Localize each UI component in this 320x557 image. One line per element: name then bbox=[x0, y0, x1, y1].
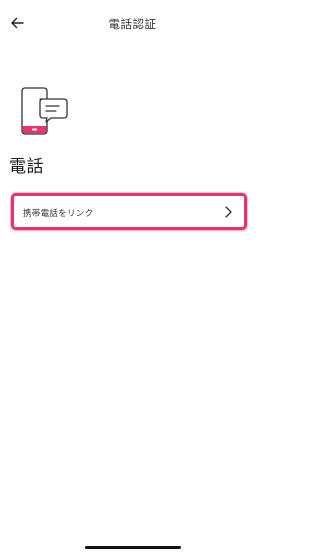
link-phone-button[interactable]: 携帯電話をリンク bbox=[11, 193, 247, 230]
link-phone-label: 携帯電話をリンク bbox=[23, 209, 94, 219]
home-indicator bbox=[85, 546, 181, 549]
nav-bar: 電話認証 bbox=[0, 0, 265, 50]
page-title: 電話認証 bbox=[108, 17, 157, 31]
phone-with-chat-icon bbox=[21, 87, 68, 135]
chevron-right-icon bbox=[225, 206, 232, 218]
section-title: 電話 bbox=[9, 157, 44, 177]
